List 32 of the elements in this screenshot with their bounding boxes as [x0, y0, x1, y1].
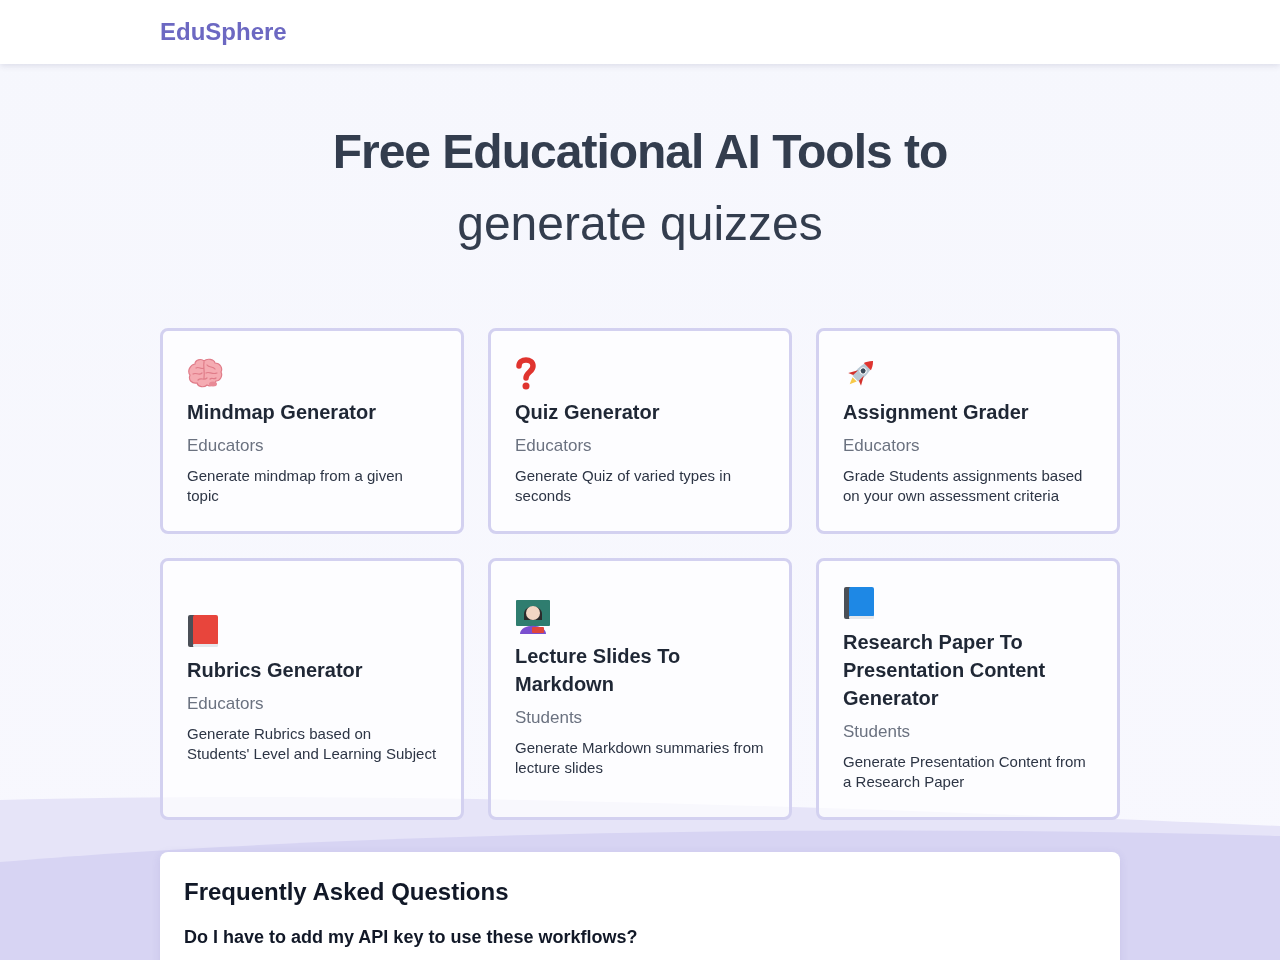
question-mark-icon — [515, 356, 537, 390]
faq-question: Do I have to add my API key to use these workflows? — [184, 926, 639, 949]
hero-subtitle: generate quizzes — [457, 196, 823, 252]
tool-title: Mindmap Generator — [187, 400, 377, 425]
tool-description: Generate Rubrics based on Students' Level and Learning Subject — [187, 724, 437, 764]
tool-description: Generate Quiz of varied types in seconds — [515, 466, 733, 506]
tool-title: Rubrics Generator — [187, 658, 364, 683]
audience-label: Educators — [843, 435, 921, 457]
tool-title: Assignment Grader — [843, 400, 1030, 425]
tool-card[interactable]: Rubrics Generator Educators Generate Rubrics based on Students' Level and Learning Subject — [160, 558, 464, 820]
tool-title: Lecture Slides To Markdown — [515, 644, 682, 697]
audience-label: Educators — [187, 435, 265, 457]
tool-description: Generate Markdown summaries from lecture slides — [515, 738, 765, 778]
tool-description: Generate mindmap from a given topic — [187, 466, 404, 506]
audience-label: Educators — [515, 435, 593, 457]
tool-card[interactable]: Research Paper To Presentation Content Generator Students Generate Presentation Content from a Research Paper — [816, 558, 1120, 820]
logo[interactable]: EduSphere — [160, 17, 287, 47]
tool-card[interactable]: Quiz Generator Educators Generate Quiz of varied types in seconds — [488, 328, 792, 534]
tool-card[interactable]: Mindmap Generator Educators Generate mindmap from a given topic — [160, 328, 464, 534]
faq-heading: Frequently Asked Questions — [184, 877, 510, 907]
tool-card[interactable]: Lecture Slides To Markdown Students Generate Markdown summaries from lecture slides — [488, 558, 792, 820]
audience-label: Students — [515, 707, 584, 729]
brain-icon — [187, 358, 223, 388]
tool-card[interactable]: Assignment Grader Educators Grade Students assignments based on your own assessment criteria — [816, 328, 1120, 534]
tool-description: Grade Students assignments based on your own assessment criteria — [843, 466, 1084, 506]
audience-label: Educators — [187, 693, 265, 715]
teacher-icon — [515, 600, 551, 634]
audience-label: Students — [843, 721, 912, 743]
tool-description: Generate Presentation Content from a Research Paper — [843, 752, 1087, 792]
tool-title: Research Paper To Presentation Content Generator — [843, 630, 1047, 711]
hero-title: Free Educational AI Tools to — [332, 124, 948, 180]
tool-title: Quiz Generator — [515, 400, 661, 425]
